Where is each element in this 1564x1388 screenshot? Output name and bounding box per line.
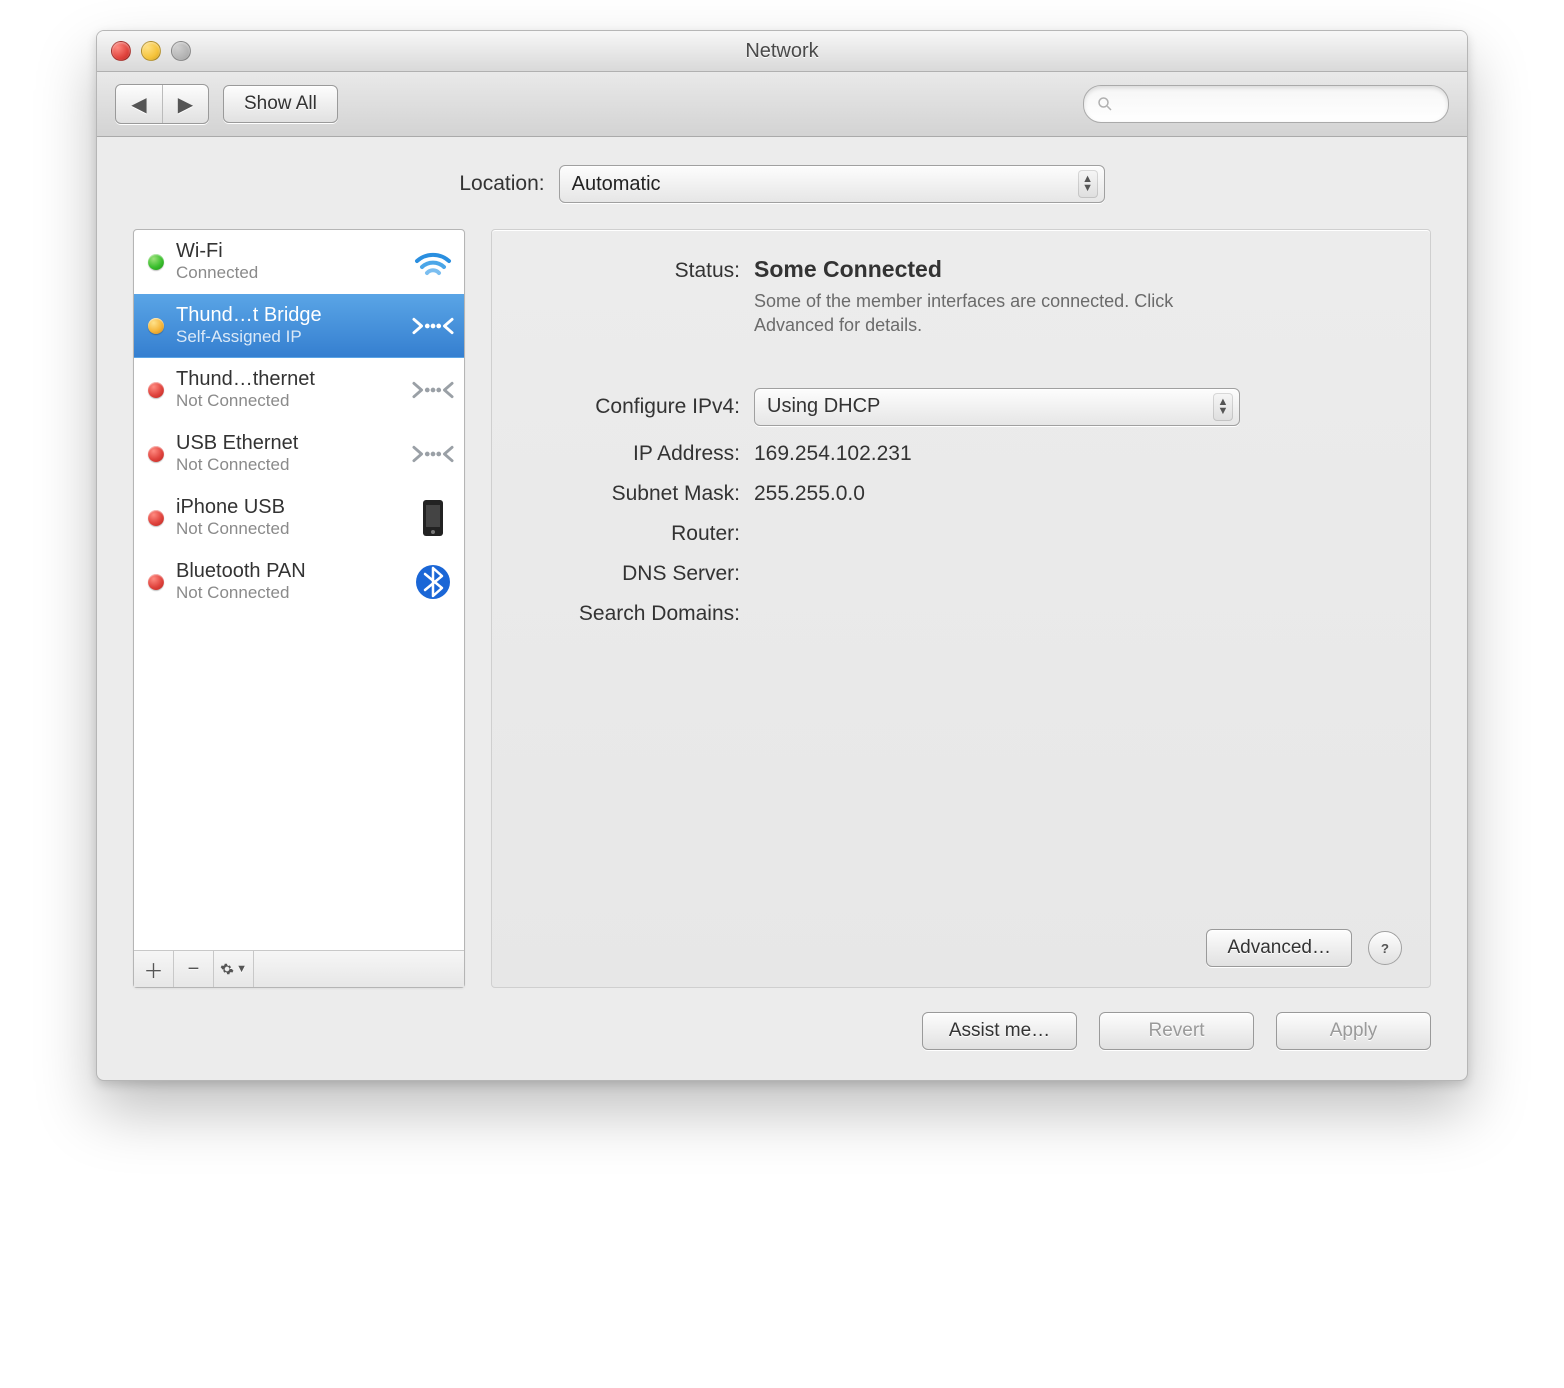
bluetooth-icon	[412, 564, 454, 600]
popup-arrows-icon: ▲▼	[1213, 393, 1233, 421]
service-item[interactable]: iPhone USBNot Connected	[134, 486, 464, 550]
detail-pane: Status: Some Connected Some of the membe…	[491, 229, 1431, 988]
service-status: Not Connected	[176, 519, 400, 539]
toolbar: ◀ ▶ Show All	[97, 72, 1467, 137]
service-status: Not Connected	[176, 455, 400, 475]
service-status: Self-Assigned IP	[176, 327, 400, 347]
ip-address-label: IP Address:	[520, 442, 754, 466]
service-item[interactable]: Wi-FiConnected	[134, 230, 464, 294]
status-label: Status:	[520, 259, 754, 283]
plus-icon: ＋	[144, 961, 164, 983]
show-all-button[interactable]: Show All	[223, 85, 338, 123]
search-domains-label: Search Domains:	[520, 602, 754, 626]
service-name: Thund…thernet	[176, 368, 400, 391]
back-icon: ◀	[131, 94, 146, 116]
content: Location: Automatic ▲▼ Wi-FiConnectedThu…	[97, 137, 1467, 1080]
search-input[interactable]	[1120, 93, 1436, 116]
titlebar: Network	[97, 31, 1467, 72]
status-dot-icon	[148, 318, 164, 334]
subnet-mask-label: Subnet Mask:	[520, 482, 754, 506]
add-service-button[interactable]: ＋	[134, 951, 174, 987]
window-title: Network	[745, 40, 818, 63]
wifi-icon	[412, 247, 454, 277]
chevron-down-icon: ▼	[236, 963, 247, 975]
sidebar-toolbar: ＋ − ▼	[134, 950, 464, 987]
service-sidebar: Wi-FiConnectedThund…t BridgeSelf-Assigne…	[133, 229, 465, 988]
status-dot-icon	[148, 446, 164, 462]
service-list: Wi-FiConnectedThund…t BridgeSelf-Assigne…	[134, 230, 464, 950]
status-description: Some of the member interfaces are connec…	[754, 289, 1194, 338]
service-item[interactable]: USB EthernetNot Connected	[134, 422, 464, 486]
ethernet-icon	[412, 375, 454, 405]
router-label: Router:	[520, 522, 754, 546]
window: Network ◀ ▶ Show All Location:	[96, 30, 1468, 1081]
popup-arrows-icon: ▲▼	[1078, 170, 1098, 198]
subnet-mask-value: 255.255.0.0	[754, 482, 1402, 506]
service-name: iPhone USB	[176, 496, 400, 519]
service-status: Connected	[176, 263, 400, 283]
service-item[interactable]: Thund…t BridgeSelf-Assigned IP	[134, 294, 464, 358]
forward-icon: ▶	[178, 94, 193, 116]
service-item[interactable]: Bluetooth PANNot Connected	[134, 550, 464, 614]
service-status: Not Connected	[176, 391, 400, 411]
configure-ipv4-value: Using DHCP	[767, 395, 880, 418]
apply-button[interactable]: Apply	[1276, 1012, 1431, 1050]
zoom-window-button[interactable]	[171, 41, 191, 61]
configure-ipv4-label: Configure IPv4:	[520, 395, 754, 419]
service-item[interactable]: Thund…thernetNot Connected	[134, 358, 464, 422]
gear-icon	[220, 960, 234, 978]
forward-button[interactable]: ▶	[162, 85, 208, 123]
search-icon	[1096, 95, 1114, 113]
service-actions-button[interactable]: ▼	[214, 951, 254, 987]
help-button[interactable]: ?	[1368, 931, 1402, 965]
configure-ipv4-popup[interactable]: Using DHCP ▲▼	[754, 388, 1240, 426]
status-dot-icon	[148, 510, 164, 526]
assist-me-button[interactable]: Assist me…	[922, 1012, 1077, 1050]
ip-address-value: 169.254.102.231	[754, 442, 1402, 466]
nav-segment: ◀ ▶	[115, 84, 209, 124]
location-popup[interactable]: Automatic ▲▼	[559, 165, 1105, 203]
service-status: Not Connected	[176, 583, 400, 603]
bottom-button-bar: Assist me… Revert Apply	[133, 1012, 1431, 1050]
ethernet-icon	[412, 311, 454, 341]
location-value: Automatic	[572, 173, 661, 196]
minimize-window-button[interactable]	[141, 41, 161, 61]
status-title: Some Connected	[754, 256, 1402, 283]
remove-service-button[interactable]: −	[174, 951, 214, 987]
location-row: Location: Automatic ▲▼	[133, 165, 1431, 203]
service-name: USB Ethernet	[176, 432, 400, 455]
service-name: Bluetooth PAN	[176, 560, 400, 583]
back-button[interactable]: ◀	[116, 85, 162, 123]
advanced-button[interactable]: Advanced…	[1206, 929, 1352, 967]
status-dot-icon	[148, 382, 164, 398]
close-window-button[interactable]	[111, 41, 131, 61]
search-field[interactable]	[1083, 85, 1449, 123]
phone-icon	[412, 498, 454, 538]
service-name: Thund…t Bridge	[176, 304, 400, 327]
revert-button[interactable]: Revert	[1099, 1012, 1254, 1050]
dns-server-label: DNS Server:	[520, 562, 754, 586]
traffic-lights	[111, 41, 191, 61]
minus-icon: −	[188, 958, 200, 980]
service-name: Wi-Fi	[176, 240, 400, 263]
status-dot-icon	[148, 254, 164, 270]
status-dot-icon	[148, 574, 164, 590]
ethernet-icon	[412, 439, 454, 469]
location-label: Location:	[459, 172, 544, 196]
